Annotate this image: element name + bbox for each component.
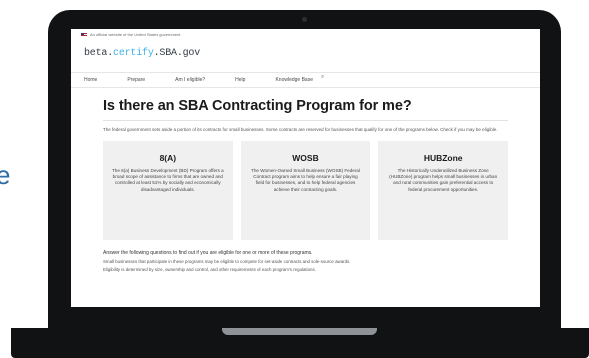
nav-item-help[interactable]: Help [235,77,245,83]
partial-heading-letter: e [0,160,11,190]
nav-item-prepare[interactable]: Prepare [127,77,145,83]
logo-accent: certify [113,48,154,59]
program-card-wosb[interactable]: WOSB The Women-Owned Small Business (WOS… [240,141,371,240]
card-title: 8(A) [159,153,177,163]
card-title: WOSB [292,153,319,163]
trackpad-notch [222,328,377,335]
logo-prefix: beta. [84,48,114,59]
webcam-icon [302,17,307,22]
site-logo[interactable]: beta.certify.SBA.gov [84,48,200,59]
gov-banner: An official website of the United States… [71,29,540,40]
site-header: beta.certify.SBA.gov [71,40,540,64]
card-description: The Historically Underutilized Business … [389,168,498,192]
nav-item-eligible[interactable]: Am I eligible? [175,77,205,83]
program-card-hubzone[interactable]: HUBZone The Historically Underutilized B… [378,141,509,240]
gov-banner-text: An official website of the United States… [90,32,181,37]
intro-text: The federal government sets aside a port… [103,127,498,132]
eligibility-note-1: Small businesses that participate in the… [103,259,351,264]
eligibility-prompt: Answer the following questions to find o… [103,250,313,256]
main-nav: Home Prepare Am I eligible? Help Knowled… [71,72,540,88]
laptop-base [11,328,589,358]
program-card-8a[interactable]: 8(A) The 8(a) Business Development (BD) … [103,141,233,240]
logo-suffix: .SBA.gov [153,48,201,59]
title-divider [103,120,508,121]
eligibility-note-2: Eligibility is determined by size, owner… [103,267,316,272]
laptop-screen: An official website of the United States… [71,29,540,307]
card-description: The Women-Owned Small Business (WOSB) Fe… [251,168,360,192]
search-icon[interactable]: ⌕ [321,74,324,81]
card-description: The 8(a) Business Development (BD) Progr… [111,168,224,192]
nav-item-knowledge-base[interactable]: Knowledge Base [275,77,313,83]
us-flag-icon [81,32,87,37]
main-content: Is there an SBA Contracting Program for … [71,88,540,273]
nav-item-home[interactable]: Home [84,77,97,83]
card-title: HUBZone [423,153,463,163]
program-cards: 8(A) The 8(a) Business Development (BD) … [103,141,509,240]
page-title: Is there an SBA Contracting Program for … [103,98,412,114]
